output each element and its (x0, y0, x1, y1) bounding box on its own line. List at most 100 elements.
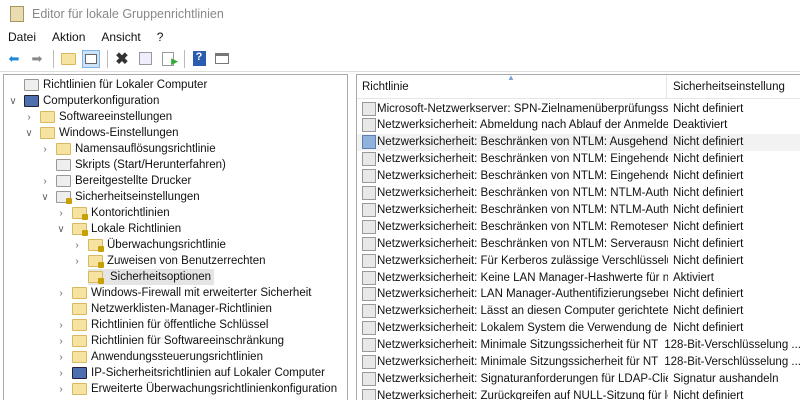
forward-icon[interactable]: ➡ (28, 50, 46, 68)
folder-icon (72, 287, 87, 299)
security-setting-cell: Nicht definiert (673, 389, 744, 400)
chevron-down-icon[interactable]: ∨ (56, 224, 66, 235)
table-row[interactable]: Microsoft-Netzwerkserver: SPN-Zielnamenü… (357, 100, 800, 117)
chevron-right-icon[interactable]: › (72, 240, 82, 251)
security-setting-cell: Signatur aushandeln (673, 372, 779, 385)
chevron-right-icon[interactable]: › (56, 384, 66, 395)
tree-item[interactable]: › Richtlinien für öffentliche Schlüssel (59, 317, 269, 333)
table-row[interactable]: Netzwerksicherheit: Abmeldung nach Ablau… (357, 117, 800, 134)
chevron-right-icon[interactable]: › (56, 208, 66, 219)
chevron-down-icon[interactable]: ∨ (24, 128, 34, 139)
tree-item-label: Lokale Richtlinien (91, 223, 182, 235)
table-row[interactable]: Netzwerksicherheit: Minimale Sitzungssic… (357, 337, 800, 354)
console-icon[interactable] (213, 50, 231, 68)
tree-item[interactable]: Netzwerklisten-Manager-Richtlinien (72, 301, 272, 317)
tree-item[interactable]: › Erweiterte Überwachungsrichtlinienkonfi… (59, 381, 337, 397)
table-row[interactable]: Netzwerksicherheit: Beschränken von NTLM… (357, 168, 800, 185)
policy-name-cell: Netzwerksicherheit: Lokalem System die V… (357, 321, 668, 336)
policy-name-cell: Netzwerksicherheit: Beschränken von NTLM… (357, 186, 668, 200)
security-setting-cell: Nicht definiert (673, 102, 744, 115)
tree-item[interactable]: › Bereitgestellte Drucker (43, 173, 191, 189)
tree-item-label: Kontorichtlinien (91, 207, 170, 219)
properties-icon[interactable] (136, 50, 154, 68)
tree-item[interactable]: ∨ Sicherheitseinstellungen (41, 189, 200, 205)
tree-item[interactable]: › Windows-Firewall mit erweiterter Sicher… (59, 285, 311, 301)
export-list-icon[interactable]: ▶ (159, 50, 178, 68)
chevron-right-icon[interactable]: › (40, 144, 50, 155)
tree-item[interactable]: ∨ Computerkonfiguration (9, 93, 159, 109)
locked-folder-icon (88, 255, 104, 268)
tree-item-label: Sicherheitsoptionen (110, 271, 212, 283)
tree-item[interactable]: Sicherheitsoptionen (88, 269, 215, 285)
security-setting-cell: 128-Bit-Verschlüsselung ... (664, 356, 800, 368)
up-folder-icon[interactable] (59, 50, 77, 68)
show-hide-tree-icon[interactable] (82, 49, 100, 68)
chevron-down-icon[interactable]: ∨ (8, 96, 18, 107)
chevron-right-icon[interactable]: › (56, 352, 66, 363)
chevron-right-icon[interactable]: › (56, 320, 66, 331)
tree-item[interactable]: › Richtlinien für Softwareeinschränkung (59, 333, 285, 349)
chevron-right-icon[interactable]: › (40, 176, 50, 187)
toolbar: ⬅ ➡ ✖ ▶ ? (0, 46, 800, 72)
tree-item[interactable]: › Softwareeinstellungen (27, 109, 172, 125)
folder-icon (72, 335, 87, 347)
menu-help[interactable]: ? (157, 30, 164, 44)
tree-item[interactable]: › Anwendungssteuerungsrichtlinien (59, 349, 263, 365)
policy-name-cell: Netzwerksicherheit: LAN Manager-Authenti… (357, 287, 668, 302)
security-setting-cell: Nicht definiert (673, 170, 744, 183)
tree-item[interactable]: › Kontorichtlinien (59, 205, 170, 221)
help-icon[interactable]: ? (190, 50, 208, 68)
sort-arrow-icon: ▲ (507, 74, 515, 82)
chevron-right-icon[interactable]: › (24, 112, 34, 123)
policy-name-cell: Netzwerksicherheit: Minimale Sitzungssic… (357, 355, 659, 369)
policy-name-cell: Netzwerksicherheit: Abmeldung nach Ablau… (357, 118, 668, 133)
chevron-down-icon[interactable]: ∨ (40, 192, 50, 203)
table-row[interactable]: Netzwerksicherheit: Signaturanforderunge… (357, 370, 800, 387)
table-row[interactable]: Netzwerksicherheit: Beschränken von NTLM… (357, 133, 800, 151)
folder-icon (72, 303, 87, 315)
security-setting-cell: Deaktiviert (673, 119, 728, 132)
table-row[interactable]: Netzwerksicherheit: Lokalem System die V… (357, 320, 800, 337)
tree-item[interactable]: Richtlinien für Lokaler Computer (24, 77, 207, 93)
menu-aktion[interactable]: Aktion (52, 30, 85, 44)
policy-name-cell: Microsoft-Netzwerkserver: SPN-Zielnamenü… (357, 101, 668, 116)
policy-name-cell: Netzwerksicherheit: Zurückgreifen auf NU… (357, 388, 668, 400)
tree-item[interactable]: ∨ Lokale Richtlinien (57, 221, 182, 237)
tree-item[interactable]: › Namensauflösungsrichtlinie (43, 141, 216, 157)
table-row[interactable]: Netzwerksicherheit: Minimale Sitzungssic… (357, 354, 800, 371)
tree-item[interactable]: Skripts (Start/Herunterfahren) (56, 157, 226, 173)
policy-icon (362, 287, 376, 302)
table-row[interactable]: Netzwerksicherheit: Beschränken von NTLM… (357, 218, 800, 235)
column-header-sicherheitseinstellung[interactable]: Sicherheitseinstellung (667, 81, 785, 93)
security-setting-cell: 128-Bit-Verschlüsselung ... (664, 339, 800, 352)
chevron-right-icon[interactable]: › (56, 336, 66, 347)
table-row[interactable]: Netzwerksicherheit: Beschränken von NTLM… (357, 235, 800, 252)
back-icon[interactable]: ⬅ (5, 50, 23, 68)
table-row[interactable]: Netzwerksicherheit: LAN Manager-Authenti… (357, 286, 800, 303)
chevron-right-icon[interactable]: › (56, 288, 66, 299)
tree-item-label: Richtlinien für Lokaler Computer (43, 79, 208, 91)
table-row[interactable]: Netzwerksicherheit: Beschränken von NTLM… (357, 201, 800, 218)
chevron-right-icon[interactable]: › (56, 368, 66, 379)
table-row[interactable]: Netzwerksicherheit: Keine LAN Manager-Ha… (357, 269, 800, 286)
tree-item[interactable]: › Überwachungsrichtlinie (75, 237, 226, 253)
tree-item-label: Richtlinien für Softwareeinschränkung (91, 335, 285, 347)
policy-name: Netzwerksicherheit: Beschränken von NTLM… (377, 153, 668, 166)
policy-icon (362, 338, 376, 353)
delete-icon[interactable]: ✖ (113, 50, 131, 68)
tree-item-label: Netzwerklisten-Manager-Richtlinien (91, 303, 272, 315)
menu-datei[interactable]: Datei (8, 30, 36, 44)
tree-item[interactable]: › IP-Sicherheitsrichtlinien auf Lokaler C… (59, 365, 325, 381)
tree-item[interactable]: › Zuweisen von Benutzerrechten (75, 253, 266, 269)
table-row[interactable]: Netzwerksicherheit: Beschränken von NTLM… (357, 151, 800, 168)
table-row[interactable]: Netzwerksicherheit: Für Kerberos zulässi… (357, 252, 800, 269)
table-row[interactable]: Netzwerksicherheit: Lässt an diesen Comp… (357, 303, 800, 320)
chevron-right-icon[interactable]: › (72, 256, 82, 267)
locked-folder-icon (72, 223, 88, 236)
tree-item[interactable]: ∨ Windows-Einstellungen (25, 125, 179, 141)
security-setting-cell: Nicht definiert (673, 220, 744, 233)
menu-ansicht[interactable]: Ansicht (101, 30, 140, 44)
security-setting-cell: Aktiviert (673, 271, 714, 284)
table-row[interactable]: Netzwerksicherheit: Zurückgreifen auf NU… (357, 387, 800, 400)
table-row[interactable]: Netzwerksicherheit: Beschränken von NTLM… (357, 185, 800, 202)
